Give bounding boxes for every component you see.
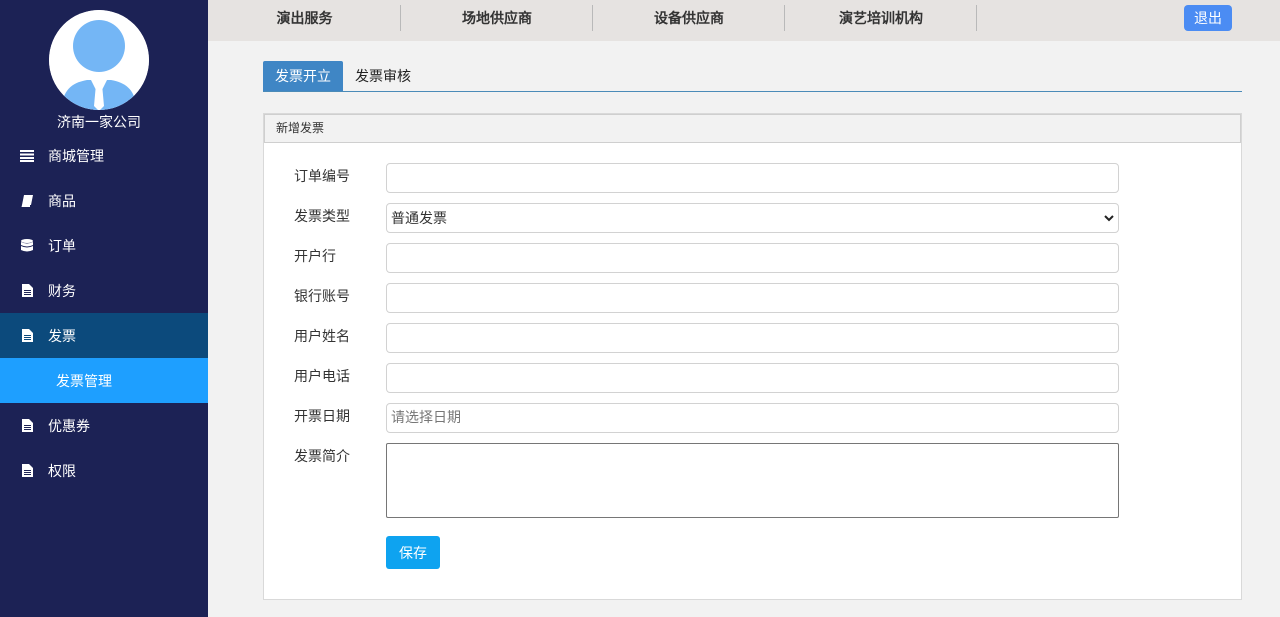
top-nav-venue-supplier[interactable]: 场地供应商	[401, 0, 593, 36]
top-nav: 演出服务 场地供应商 设备供应商 演艺培训机构	[208, 0, 977, 36]
sidebar-item-label: 订单	[48, 238, 76, 255]
file-icon	[20, 464, 34, 478]
sidebar-item-products[interactable]: 商品	[0, 178, 208, 223]
bank-input[interactable]	[386, 243, 1119, 273]
list-icon	[20, 149, 34, 163]
new-invoice-panel: 新增发票 订单编号 发票类型 普通发票 开户行 银行账号 用户姓名 用户电话 开…	[263, 113, 1242, 600]
sidebar-item-invoice[interactable]: 发票	[0, 313, 208, 358]
sidebar-item-label: 财务	[48, 283, 76, 300]
top-bar: 演出服务 场地供应商 设备供应商 演艺培训机构 退出	[208, 0, 1280, 41]
sidebar-item-orders[interactable]: 订单	[0, 223, 208, 268]
date-input[interactable]	[386, 403, 1119, 433]
sidebar-item-label: 商品	[48, 193, 76, 210]
intro-label: 发票简介	[294, 449, 350, 465]
chevron-down-icon	[1104, 210, 1114, 226]
sidebar-item-invoice-management[interactable]: 发票管理	[0, 358, 208, 403]
tab-invoice-review[interactable]: 发票审核	[343, 61, 423, 91]
user-phone-label: 用户电话	[294, 369, 350, 385]
database-icon	[20, 239, 34, 253]
sidebar-item-permissions[interactable]: 权限	[0, 448, 208, 493]
avatar	[49, 10, 149, 110]
user-avatar-icon	[49, 10, 149, 110]
invoice-type-value: 普通发票	[391, 211, 447, 227]
user-name-input[interactable]	[386, 323, 1119, 353]
sidebar-menu: 商城管理 商品 订单 财务 发票 发票管理 优惠券 权限	[0, 133, 208, 493]
date-label: 开票日期	[294, 409, 350, 425]
sidebar-item-finance[interactable]: 财务	[0, 268, 208, 313]
file-icon	[20, 329, 34, 343]
user-name-label: 用户姓名	[294, 329, 350, 345]
sidebar-item-mall[interactable]: 商城管理	[0, 133, 208, 178]
order-no-input[interactable]	[386, 163, 1119, 193]
sidebar-item-label: 发票	[48, 328, 76, 345]
sidebar-item-label: 权限	[48, 463, 76, 480]
company-name: 济南一家公司	[57, 115, 141, 131]
tab-invoice-issue[interactable]: 发票开立	[263, 61, 343, 91]
account-label: 银行账号	[294, 289, 350, 305]
intro-textarea[interactable]	[386, 443, 1119, 518]
top-nav-training-institution[interactable]: 演艺培训机构	[785, 0, 977, 36]
logout-button[interactable]: 退出	[1184, 5, 1232, 31]
sidebar-item-coupons[interactable]: 优惠券	[0, 403, 208, 448]
order-no-label: 订单编号	[294, 169, 350, 185]
save-button[interactable]: 保存	[386, 536, 440, 569]
top-nav-performance[interactable]: 演出服务	[208, 0, 401, 36]
sidebar-item-label: 优惠券	[48, 418, 90, 435]
file-icon	[20, 419, 34, 433]
top-nav-equipment-supplier[interactable]: 设备供应商	[593, 0, 785, 36]
tab-bar: 发票开立 发票审核	[263, 61, 1242, 92]
invoice-type-select[interactable]: 普通发票	[386, 203, 1119, 233]
panel-title: 新增发票	[264, 114, 1241, 143]
sidebar: 济南一家公司 商城管理 商品 订单 财务 发票 发票管理 优惠券 权限	[0, 0, 208, 617]
invoice-type-label: 发票类型	[294, 209, 350, 225]
user-phone-input[interactable]	[386, 363, 1119, 393]
sidebar-item-label: 发票管理	[56, 373, 112, 390]
account-input[interactable]	[386, 283, 1119, 313]
sidebar-item-label: 商城管理	[48, 148, 104, 165]
file-icon	[20, 284, 34, 298]
book-icon	[20, 194, 34, 208]
bank-label: 开户行	[294, 249, 336, 265]
